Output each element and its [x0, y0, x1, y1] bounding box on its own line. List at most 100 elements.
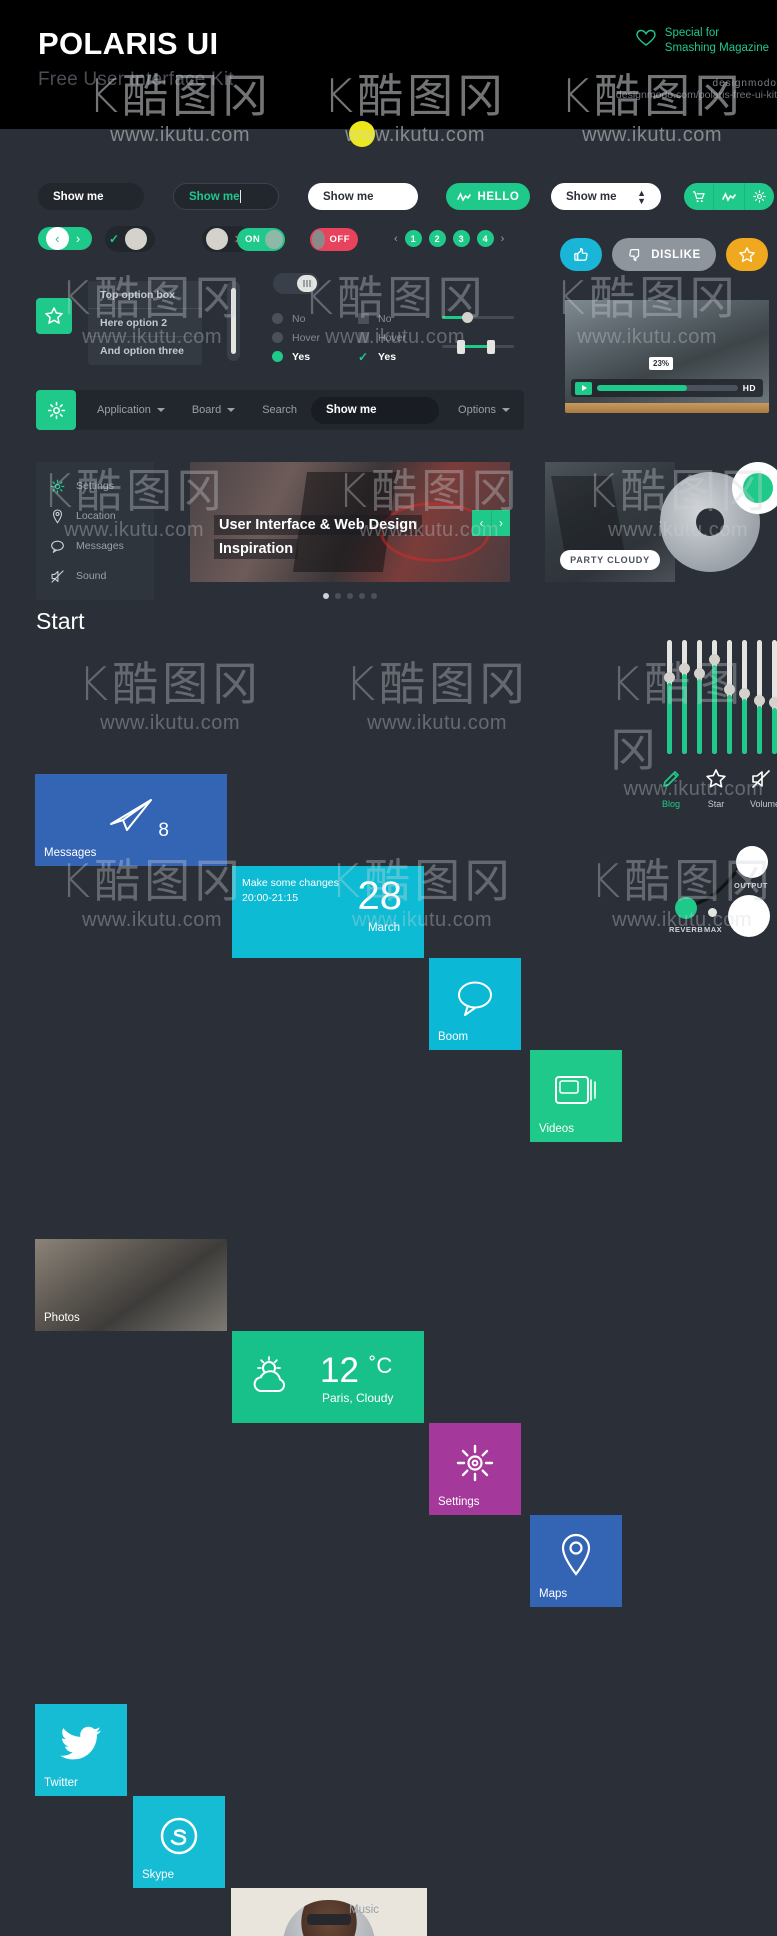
eq-slider[interactable]: [664, 640, 675, 754]
page-4[interactable]: 4: [476, 230, 494, 247]
radio-option-yes[interactable]: Yes: [272, 347, 320, 366]
vertical-scrollbar-thumb[interactable]: [231, 288, 236, 354]
tile-calendar[interactable]: Make some changes 20:00-21:15 28 March: [232, 866, 424, 958]
toggle-off[interactable]: OFF: [310, 228, 358, 251]
eq-slider[interactable]: [694, 640, 705, 754]
eq-knob[interactable]: [664, 672, 675, 684]
sidebar-item-location[interactable]: Location: [36, 501, 154, 531]
play-circle-button[interactable]: [732, 462, 777, 514]
video-progress-track[interactable]: [597, 385, 738, 391]
slider-track[interactable]: [442, 312, 514, 323]
pagination-prev[interactable]: ‹: [394, 233, 398, 245]
slider-track[interactable]: [442, 340, 514, 354]
hero-dot[interactable]: [359, 593, 365, 599]
sidebar-item-label: Settings: [76, 480, 114, 492]
cart-button[interactable]: [684, 183, 715, 210]
blog-icon-item[interactable]: Blog: [660, 768, 682, 809]
hero-next-button[interactable]: ›: [491, 510, 510, 536]
page-2[interactable]: 2: [428, 230, 446, 247]
dropdown-item-3[interactable]: And option three: [88, 337, 202, 365]
checkbox-option-hover[interactable]: Hover: [358, 328, 406, 347]
tile-boom[interactable]: Boom: [429, 958, 521, 1050]
video-quality-label[interactable]: HD: [743, 383, 756, 393]
navbar-logo-button[interactable]: [36, 390, 76, 430]
input-white[interactable]: Show me: [308, 183, 418, 210]
volume-icon-item[interactable]: Volume: [750, 768, 777, 809]
eq-slider[interactable]: [754, 640, 765, 754]
slider-handle-right[interactable]: [487, 340, 495, 354]
sidebar-item-sound[interactable]: Sound: [36, 561, 154, 591]
tile-weather[interactable]: 12 ˚C Paris, Cloudy: [232, 1331, 424, 1423]
hero-dot[interactable]: [335, 593, 341, 599]
dropdown-trigger-button[interactable]: [36, 298, 72, 334]
eq-knob[interactable]: [724, 683, 735, 695]
sidebar-item-settings[interactable]: Settings: [36, 471, 154, 501]
next-button[interactable]: ›: [76, 231, 80, 246]
vertical-scrollbar-track[interactable]: [227, 281, 240, 361]
eq-knob[interactable]: [769, 697, 777, 709]
slider-handle-left[interactable]: [457, 340, 465, 354]
eq-knob[interactable]: [739, 688, 750, 700]
like-button[interactable]: [560, 238, 602, 271]
input-default[interactable]: Show me: [38, 183, 144, 210]
sidebar-item-messages[interactable]: Messages: [36, 531, 154, 561]
nav-item-application[interactable]: Application: [97, 404, 165, 416]
nav-item-board[interactable]: Board: [192, 404, 236, 416]
tile-settings[interactable]: Settings: [429, 1423, 521, 1515]
radio-option-no[interactable]: No: [272, 309, 320, 328]
max-indicator[interactable]: [708, 908, 717, 917]
eq-slider[interactable]: [679, 640, 690, 754]
pagination-next[interactable]: ›: [501, 233, 505, 245]
checkbox-option-no[interactable]: No: [358, 309, 406, 328]
hero-dot[interactable]: [371, 593, 377, 599]
slider-knob[interactable]: [462, 312, 473, 323]
nav-item-options[interactable]: Options: [458, 404, 510, 416]
switch-check[interactable]: ✓: [105, 226, 155, 252]
hello-button[interactable]: HELLO: [446, 183, 530, 210]
tile-maps[interactable]: Maps: [530, 1515, 622, 1607]
video-screen[interactable]: 23% HD: [565, 300, 769, 403]
play-button[interactable]: [575, 381, 592, 395]
pulse-button[interactable]: [714, 183, 745, 210]
select-dropdown[interactable]: Show me ▲ ▼: [551, 183, 661, 210]
hero-prev-button[interactable]: ‹: [472, 510, 491, 536]
hero-dot[interactable]: [347, 593, 353, 599]
page-3[interactable]: 3: [452, 230, 470, 247]
eq-slider[interactable]: [724, 640, 735, 754]
eq-knob[interactable]: [709, 654, 720, 666]
tile-skype[interactable]: Skype: [133, 1796, 225, 1888]
favorite-button[interactable]: [726, 238, 768, 271]
radio-option-hover[interactable]: Hover: [272, 328, 320, 347]
dislike-button[interactable]: DISLIKE: [612, 238, 716, 271]
tile-messages[interactable]: 8 Messages: [35, 774, 227, 866]
eq-knob[interactable]: [754, 695, 765, 707]
navbar-search-input[interactable]: Show me: [311, 396, 440, 424]
tile-photos[interactable]: Photos: [35, 1239, 227, 1331]
reverb-knob[interactable]: [675, 897, 697, 919]
eq-slider[interactable]: [769, 640, 777, 754]
prev-button[interactable]: ‹: [45, 227, 69, 250]
page-1[interactable]: 1: [404, 230, 422, 247]
tile-twitter[interactable]: Twitter: [35, 1704, 127, 1796]
output-knob[interactable]: [736, 846, 768, 878]
checkbox-option-yes[interactable]: ✓ Yes: [358, 347, 406, 366]
eq-slider[interactable]: [709, 640, 720, 754]
tile-videos[interactable]: Videos: [530, 1050, 622, 1142]
weather-card[interactable]: PARTY CLOUDY: [545, 462, 675, 582]
dropdown-item-1[interactable]: Top option box: [88, 281, 202, 309]
star-icon-item[interactable]: Star: [705, 768, 727, 809]
eq-slider[interactable]: [739, 640, 750, 754]
tile-music[interactable]: Music: [231, 1888, 427, 1936]
toggle-plain[interactable]: [273, 273, 319, 294]
eq-knob[interactable]: [679, 663, 690, 675]
eq-knob[interactable]: [694, 667, 705, 679]
main-knob[interactable]: [728, 895, 770, 937]
toggle-on[interactable]: ON: [237, 228, 285, 251]
hero-dot[interactable]: [323, 593, 329, 599]
dropdown-item-2[interactable]: Here option 2: [88, 309, 202, 337]
nav-item-search[interactable]: Search: [262, 404, 297, 416]
gear-button[interactable]: [745, 183, 774, 210]
slider-single[interactable]: [442, 312, 514, 323]
input-focused[interactable]: Show me: [173, 183, 279, 210]
slider-range[interactable]: [442, 340, 514, 354]
